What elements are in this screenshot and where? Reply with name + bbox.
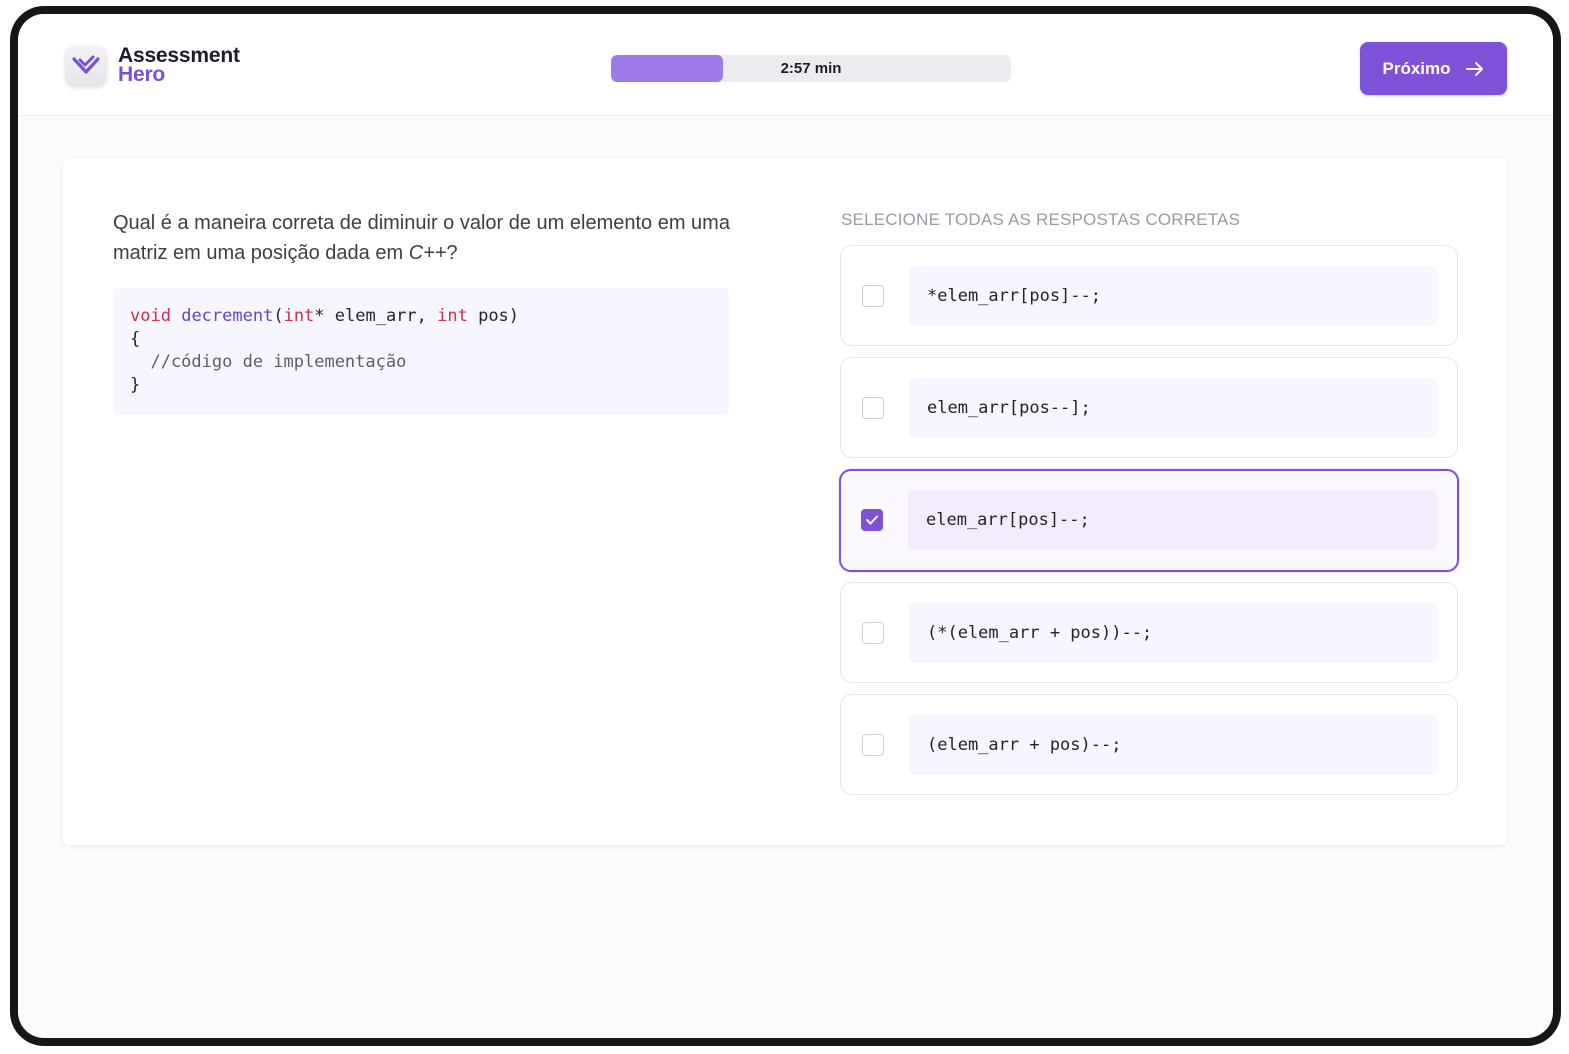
check-icon xyxy=(866,515,878,525)
instructions-label: SELECIONE TODAS AS RESPOSTAS CORRETAS xyxy=(841,210,1241,229)
answer-option-3[interactable]: elem_arr[pos]--; xyxy=(839,469,1459,572)
brand-logo[interactable]: Assessment Hero xyxy=(65,44,240,86)
code-snippet: void decrement(int* elem_arr, int pos) {… xyxy=(113,288,729,415)
option-checkbox[interactable] xyxy=(862,285,884,307)
option-checkbox[interactable] xyxy=(862,734,884,756)
next-button[interactable]: Próximo xyxy=(1360,42,1507,95)
option-checkbox[interactable] xyxy=(862,397,884,419)
heart-check-icon xyxy=(65,44,107,86)
device-frame: Assessment Hero 2:57 min Próximo Qual é … xyxy=(10,6,1561,1046)
option-code: elem_arr[pos--]; xyxy=(909,378,1438,438)
next-button-label: Próximo xyxy=(1382,58,1451,78)
code-paren: ( xyxy=(273,306,284,326)
timer-text: 2:57 min xyxy=(780,60,842,77)
answer-option-2[interactable]: elem_arr[pos--]; xyxy=(840,357,1458,458)
question-text: Qual é a maneira correta de diminuir o v… xyxy=(113,208,733,268)
arrow-right-icon xyxy=(1465,61,1483,76)
option-code: elem_arr[pos]--; xyxy=(908,490,1437,550)
code-line-signature: void decrement(int* elem_arr, int pos) xyxy=(130,305,712,328)
code-param: pos) xyxy=(467,306,520,326)
brand-name-line2: Hero xyxy=(118,63,166,86)
timer-progress-bar: 2:57 min xyxy=(611,55,1011,82)
code-line-brace-open: { xyxy=(130,329,141,349)
option-checkbox-checked[interactable] xyxy=(861,509,883,531)
answer-option-4[interactable]: (*(elem_arr + pos))--; xyxy=(840,582,1458,683)
code-line-brace-close: } xyxy=(130,375,141,395)
option-code: (elem_arr + pos)--; xyxy=(909,715,1438,775)
question-language: C++ xyxy=(408,242,447,264)
question-text-end: ? xyxy=(446,242,458,264)
code-param: * elem_arr, xyxy=(314,306,438,326)
code-keyword: int xyxy=(283,306,315,326)
top-bar: Assessment Hero 2:57 min Próximo xyxy=(18,14,1553,116)
option-checkbox[interactable] xyxy=(862,622,884,644)
answer-option-5[interactable]: (elem_arr + pos)--; xyxy=(840,694,1458,795)
code-function-name: decrement xyxy=(181,306,274,326)
code-keyword: void xyxy=(130,306,171,326)
app-screen: Assessment Hero 2:57 min Próximo Qual é … xyxy=(18,14,1553,1038)
code-line-comment: //código de implementação xyxy=(130,352,407,372)
code-keyword: int xyxy=(437,306,468,326)
option-code: *elem_arr[pos]--; xyxy=(909,266,1438,326)
answer-option-1[interactable]: *elem_arr[pos]--; xyxy=(840,245,1458,346)
option-code: (*(elem_arr + pos))--; xyxy=(909,603,1438,663)
question-card: Qual é a maneira correta de diminuir o v… xyxy=(63,158,1507,845)
